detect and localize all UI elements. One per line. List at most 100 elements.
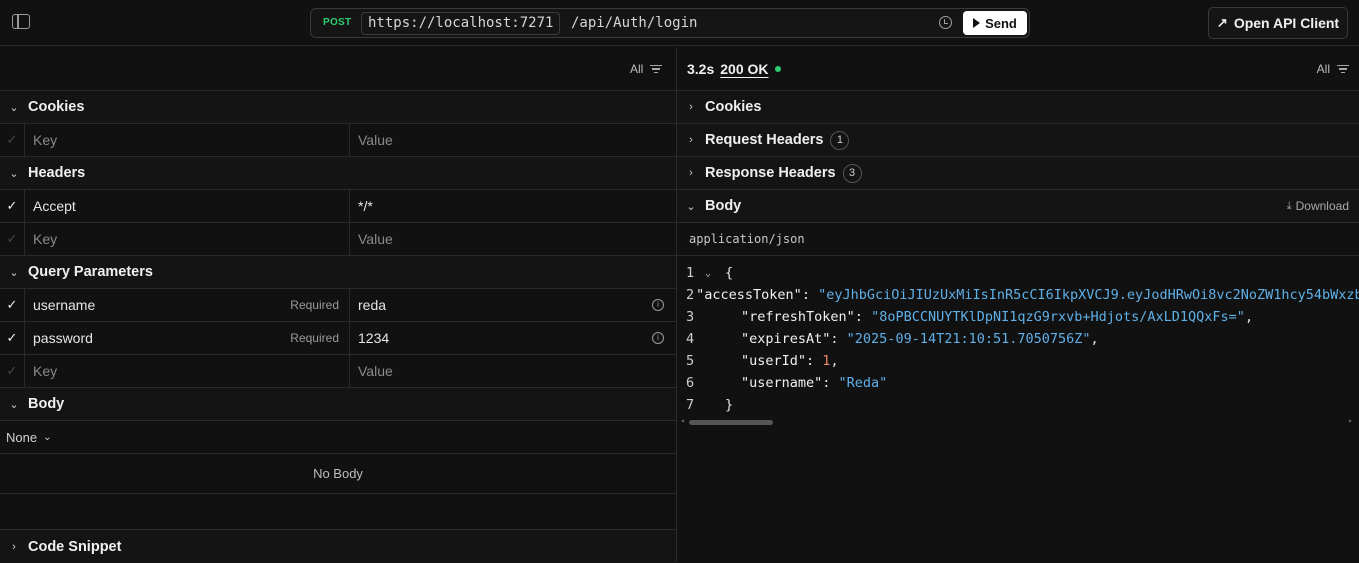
response-headers-title: Response Headers (705, 165, 836, 181)
response-body-header[interactable]: ⌄ Body ⤓ Download (677, 190, 1359, 223)
chevron-right-icon: › (689, 134, 693, 146)
chevron-down-icon: ⌄ (9, 167, 19, 180)
query-new-row: ✓ Key Value (0, 355, 676, 388)
line-number: 1 (686, 265, 695, 281)
horizontal-scrollbar[interactable]: ◂ ▸ (677, 416, 1359, 428)
download-button[interactable]: ⤓ Download (1287, 199, 1349, 213)
chevron-down-icon: ⌄ (43, 431, 52, 443)
open-api-client-button[interactable]: ↗ Open API Client (1208, 7, 1348, 39)
row-checkbox[interactable]: ✓ (0, 223, 25, 255)
status-code-link[interactable]: 200 OK (720, 61, 768, 77)
send-label: Send (985, 15, 1017, 31)
value-placeholder: Value (358, 363, 393, 379)
no-body-message: No Body (0, 454, 676, 494)
response-cookies-header[interactable]: › Cookies (677, 91, 1359, 124)
request-headers-header[interactable]: › Request Headers 1 (677, 124, 1359, 157)
chevron-down-icon: ⌄ (9, 398, 19, 411)
headers-section-header[interactable]: ⌄ Headers (0, 157, 676, 190)
chevron-down-icon: ⌄ (686, 200, 696, 213)
row-checkbox[interactable]: ✓ (0, 124, 25, 156)
body-type-value: None (6, 429, 38, 445)
row-checkbox[interactable]: ✓ (0, 322, 25, 354)
cookie-value-input[interactable]: Value (350, 124, 676, 156)
response-headers-header[interactable]: › Response Headers 3 (677, 157, 1359, 190)
content-type-label: application/json (677, 223, 1359, 256)
top-bar: POST https://localhost:7271 /api/Auth/lo… (0, 0, 1359, 46)
header-key-input[interactable]: Accept (25, 190, 350, 222)
line-number: 4 (686, 331, 695, 347)
param-key: password (33, 330, 93, 346)
info-icon[interactable]: i (652, 299, 664, 311)
param-key-input[interactable]: password Required (25, 322, 350, 354)
download-icon: ⤓ (1286, 199, 1292, 212)
line-number: 7 (686, 397, 695, 413)
line-number: 3 (686, 309, 695, 325)
chevron-right-icon: › (689, 167, 693, 179)
host-input[interactable]: https://localhost:7271 (361, 12, 561, 35)
sidebar-toggle-icon[interactable] (12, 14, 30, 29)
send-button[interactable]: Send (963, 11, 1027, 35)
external-arrow-icon: ↗ (1216, 15, 1228, 30)
row-checkbox[interactable]: ✓ (0, 289, 25, 321)
row-checkbox[interactable]: ✓ (0, 355, 25, 387)
json-value: "eyJhbGciOiJIUzUxMiIsInR5cCI6IkpXVCJ9.ey… (818, 287, 1359, 303)
json-brace: { (725, 265, 734, 281)
response-panel: 3.2s 200 OK All › Cookies › Request Head… (677, 47, 1359, 562)
header-row: ✓ Accept */* (0, 190, 676, 223)
key-placeholder: Key (33, 132, 58, 148)
response-body-title: Body (705, 198, 742, 214)
json-key: "accessToken" (696, 287, 802, 303)
body-type-select[interactable]: None ⌄ (0, 421, 676, 454)
param-value-input[interactable]: reda i (350, 289, 676, 321)
param-key-input[interactable]: username Required (25, 289, 350, 321)
json-comma: , (1244, 309, 1254, 325)
body-spacer (0, 494, 676, 530)
path-input[interactable]: /api/Auth/login (571, 14, 697, 32)
row-checkbox[interactable]: ✓ (0, 190, 25, 222)
url-bar[interactable]: POST https://localhost:7271 /api/Auth/lo… (310, 8, 1030, 38)
scrollbar-thumb[interactable] (689, 420, 773, 425)
param-value-input[interactable]: Value (350, 355, 676, 387)
response-time: 3.2s (687, 61, 715, 77)
json-key: "userId" (741, 353, 807, 369)
response-filter[interactable]: All (1317, 62, 1349, 76)
cookies-section-header[interactable]: ⌄ Cookies (0, 91, 676, 124)
scroll-right-icon[interactable]: ▸ (1348, 416, 1353, 425)
scroll-left-icon[interactable]: ◂ (680, 416, 685, 425)
request-filter[interactable]: All (630, 62, 663, 76)
key-placeholder: Key (33, 363, 58, 379)
request-panel: All ⌄ Cookies ✓ Key Value ⌄ Headers ✓ Ac… (0, 47, 677, 563)
body-section-header[interactable]: ⌄ Body (0, 388, 676, 421)
line-number: 2 (686, 287, 695, 303)
code-line: 7 } (677, 394, 1359, 416)
code-snippet-title: Code Snippet (28, 538, 122, 555)
request-headers-title: Request Headers (705, 132, 824, 148)
status-dot-icon (774, 66, 781, 72)
header-value-input[interactable]: */* (350, 190, 676, 222)
code-line: 4 "expiresAt": "2025-09-14T21:10:51.7050… (677, 328, 1359, 350)
param-value-input[interactable]: 1234 i (350, 322, 676, 354)
json-viewer[interactable]: 1 ⌄ { 2 "accessToken": "eyJhbGciOiJIUzUx… (677, 256, 1359, 428)
download-label: Download (1295, 199, 1349, 213)
method-badge[interactable]: POST (323, 17, 351, 28)
body-title: Body (28, 396, 65, 412)
header-key: Accept (33, 198, 76, 214)
fold-chevron-icon[interactable]: ⌄ (703, 268, 725, 279)
header-value-input[interactable]: Value (350, 223, 676, 255)
required-label: Required (290, 331, 339, 345)
response-toolbar: 3.2s 200 OK All (677, 47, 1359, 91)
chevron-right-icon: › (689, 101, 693, 113)
info-icon[interactable]: i (652, 332, 664, 344)
line-number: 5 (686, 353, 695, 369)
filter-icon (1337, 64, 1349, 74)
code-snippet-section-header[interactable]: › Code Snippet (0, 530, 676, 563)
history-icon[interactable] (939, 16, 952, 29)
cookies-title: Cookies (28, 99, 85, 115)
cookie-key-input[interactable]: Key (25, 124, 350, 156)
open-api-label: Open API Client (1233, 15, 1340, 31)
code-line: 5 "userId": 1, (677, 350, 1359, 372)
query-section-header[interactable]: ⌄ Query Parameters (0, 256, 676, 289)
header-key-input[interactable]: Key (25, 223, 350, 255)
param-key-input[interactable]: Key (25, 355, 350, 387)
query-title: Query Parameters (28, 264, 153, 280)
